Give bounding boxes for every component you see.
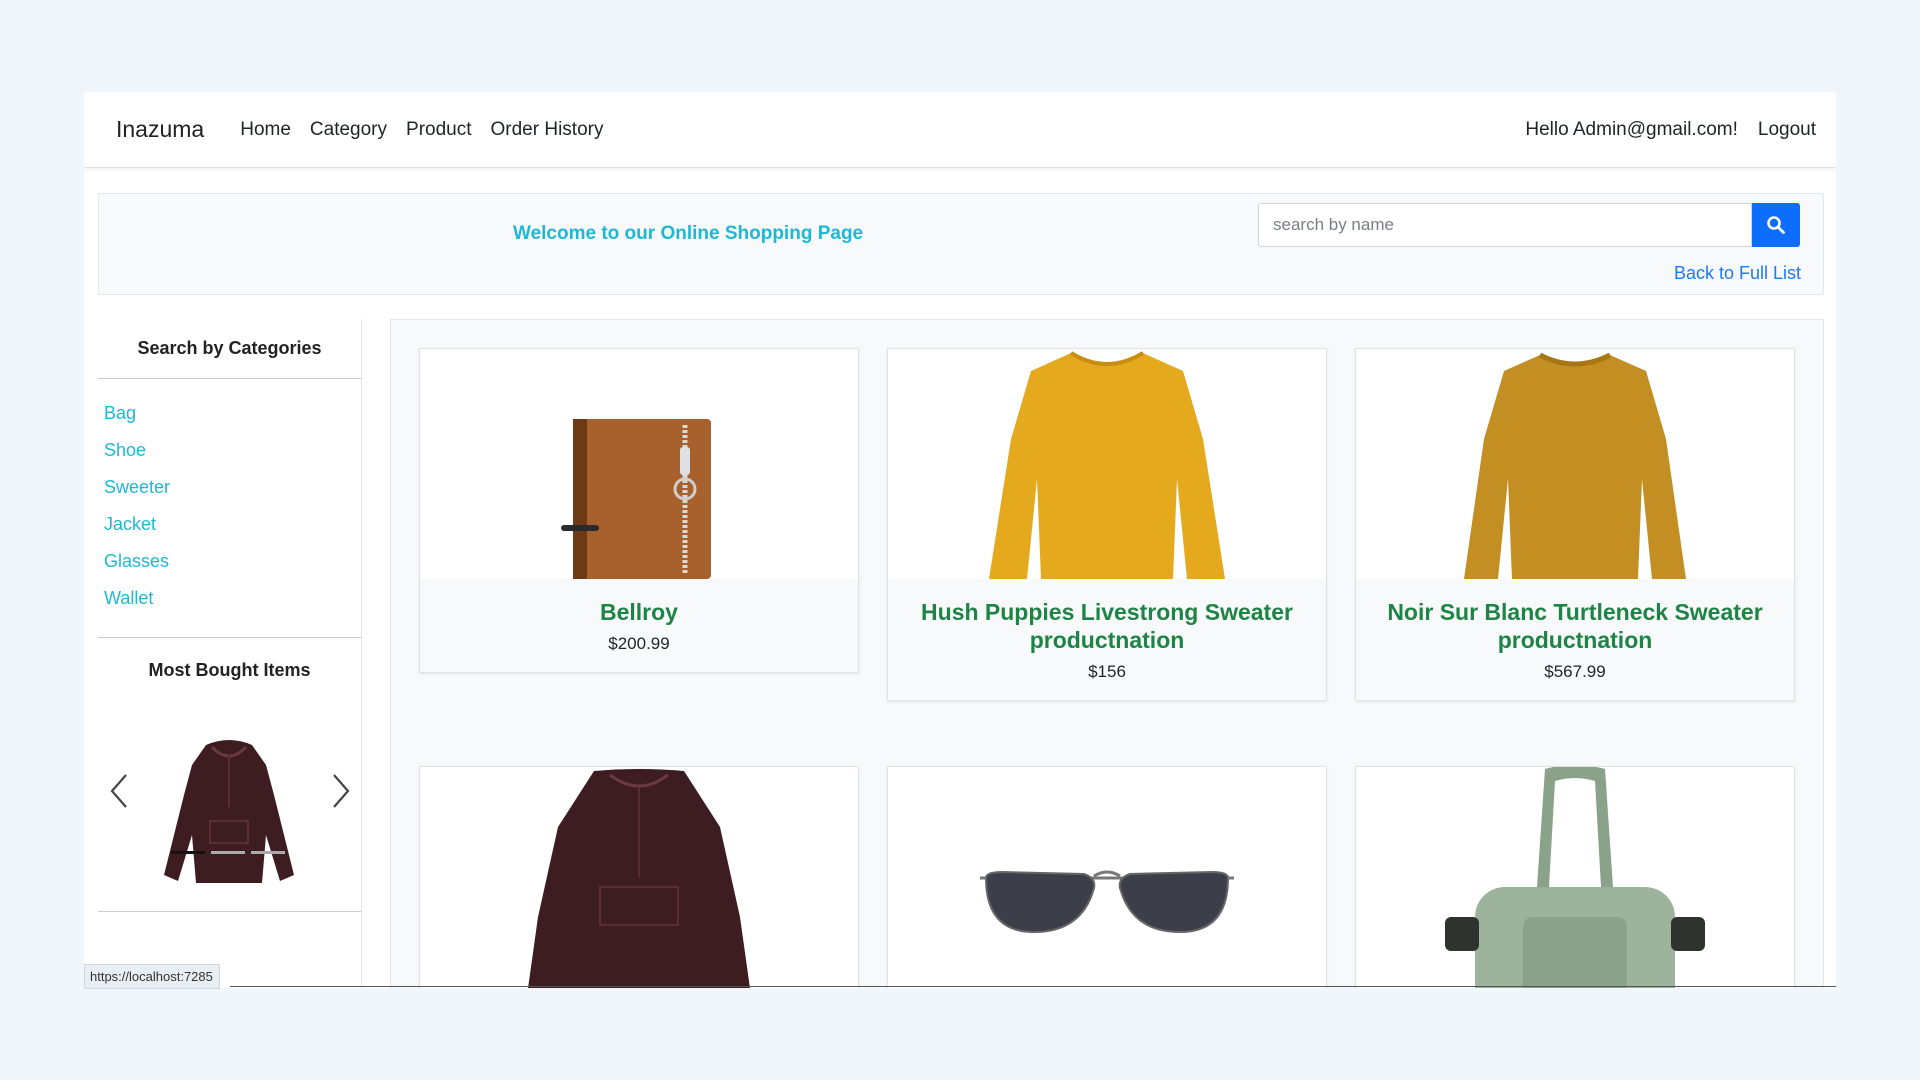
sweater-image	[989, 351, 1225, 579]
window-bottom-edge	[230, 986, 1836, 987]
product-name[interactable]: Noir Sur Blanc Turtleneck Sweater produc…	[1366, 598, 1784, 654]
carousel-indicators	[171, 851, 285, 854]
category-list: Bag Shoe Sweeter Jacket Glasses Wallet	[98, 379, 361, 617]
product-card[interactable]: Bellroy $200.99	[419, 348, 859, 673]
duffel-bag-image	[1445, 767, 1705, 988]
back-to-full-list-link[interactable]: Back to Full List	[1674, 263, 1801, 284]
search-icon	[1767, 216, 1785, 234]
nav-home[interactable]: Home	[240, 119, 291, 141]
product-card[interactable]: Noir Sur Blanc Turtleneck Sweater produc…	[1355, 348, 1795, 701]
product-image-area	[420, 767, 858, 988]
category-jacket[interactable]: Jacket	[104, 506, 361, 543]
category-glasses[interactable]: Glasses	[104, 543, 361, 580]
search-input[interactable]	[1258, 203, 1752, 247]
category-sweeter[interactable]: Sweeter	[104, 469, 361, 506]
divider	[98, 637, 361, 638]
nav-product[interactable]: Product	[406, 119, 471, 141]
nav-order-history[interactable]: Order History	[491, 119, 604, 141]
logout-link[interactable]: Logout	[1758, 119, 1816, 141]
product-card-body: Noir Sur Blanc Turtleneck Sweater produc…	[1356, 579, 1794, 700]
wallet-image	[561, 419, 711, 579]
product-name[interactable]: Hush Puppies Livestrong Sweater productn…	[898, 598, 1316, 654]
product-image-area	[420, 349, 858, 579]
product-price: $156	[1088, 662, 1126, 681]
product-image-area	[888, 767, 1326, 988]
carousel-next-icon[interactable]	[326, 769, 354, 813]
status-bar-url: https://localhost:7285	[84, 964, 220, 989]
categories-title: Search by Categories	[137, 338, 322, 358]
most-bought-carousel	[98, 681, 361, 911]
category-bag[interactable]: Bag	[104, 395, 361, 432]
navbar: Inazuma Home Category Product Order Hist…	[84, 92, 1836, 168]
brand-link[interactable]: Inazuma	[116, 116, 204, 143]
product-price: $200.99	[608, 634, 670, 653]
product-card-body: Bellroy $200.99	[420, 579, 858, 672]
welcome-text: Welcome to our Online Shopping Page	[513, 223, 864, 244]
category-wallet[interactable]: Wallet	[104, 580, 361, 617]
browser-window: Inazuma Home Category Product Order Hist…	[84, 92, 1836, 988]
user-greeting[interactable]: Hello Admin@gmail.com!	[1525, 119, 1738, 141]
product-card[interactable]: Hush Puppies Livestrong Sweater productn…	[887, 348, 1327, 701]
search-button[interactable]	[1752, 203, 1800, 247]
product-price: $567.99	[1544, 662, 1606, 681]
carousel-indicator[interactable]	[251, 851, 285, 854]
product-card[interactable]	[887, 766, 1327, 988]
product-image-area	[1356, 349, 1794, 579]
hoodie-image[interactable]	[162, 735, 296, 885]
sweater-image	[1464, 352, 1686, 579]
nav-user: Hello Admin@gmail.com! Logout	[1525, 119, 1816, 141]
carousel-prev-icon[interactable]	[106, 769, 134, 813]
product-grid: Bellroy $200.99 Hush Puppies Livestrong …	[390, 319, 1824, 988]
divider	[98, 911, 361, 912]
carousel-indicator[interactable]	[211, 851, 245, 854]
sidebar: Search by Categories Bag Shoe Sweeter Ja…	[98, 319, 362, 988]
hoodie-image	[528, 769, 750, 988]
product-image-area	[1356, 767, 1794, 988]
most-bought-title: Most Bought Items	[148, 660, 311, 680]
sunglasses-image	[980, 870, 1234, 934]
product-card-body: Hush Puppies Livestrong Sweater productn…	[888, 579, 1326, 700]
product-image-area	[888, 349, 1326, 579]
product-card[interactable]	[419, 766, 859, 988]
carousel-indicator[interactable]	[171, 851, 205, 854]
category-shoe[interactable]: Shoe	[104, 432, 361, 469]
nav-links: Home Category Product Order History	[240, 119, 603, 141]
product-card[interactable]	[1355, 766, 1795, 988]
nav-category[interactable]: Category	[310, 119, 387, 141]
product-name[interactable]: Bellroy	[430, 598, 848, 626]
welcome-bar: Welcome to our Online Shopping Page Back…	[98, 193, 1824, 295]
